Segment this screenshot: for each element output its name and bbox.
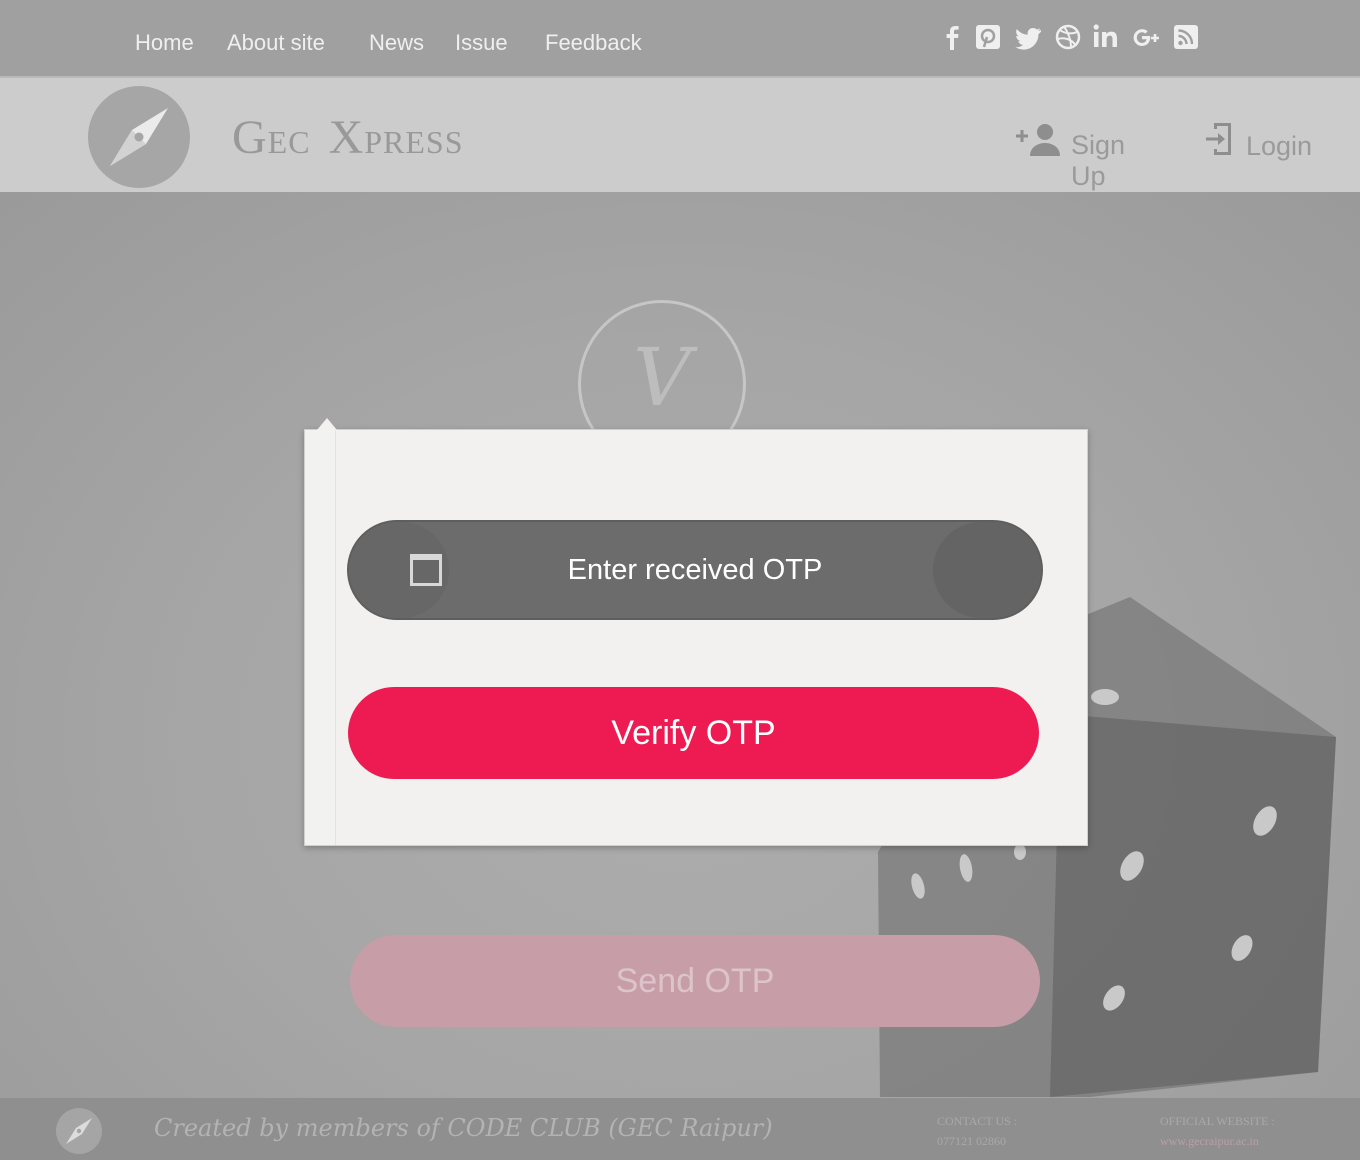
- linkedin-icon[interactable]: [1092, 22, 1120, 54]
- send-otp-button[interactable]: Send OTP: [350, 935, 1040, 1027]
- pinterest-icon[interactable]: [975, 22, 1001, 54]
- website-label: OFFICIAL WEBSITE :: [1160, 1114, 1275, 1128]
- twitter-icon[interactable]: [1015, 22, 1043, 54]
- nav-home[interactable]: Home: [135, 30, 194, 56]
- signup-label: Sign Up: [1071, 130, 1126, 191]
- dribbble-icon[interactable]: [1055, 22, 1081, 54]
- add-user-icon: [1016, 122, 1066, 163]
- modal-side-strip: [305, 430, 336, 845]
- compass-icon[interactable]: [88, 86, 190, 188]
- otp-placeholder: Enter received OTP: [567, 554, 823, 586]
- login-icon: [1204, 120, 1236, 163]
- site-header: GEC XPRESS Sign Up Login: [0, 76, 1360, 192]
- modal-pointer: [317, 418, 337, 430]
- brand-initial-x: X: [328, 111, 365, 164]
- login-label: Login: [1246, 131, 1313, 161]
- nav-issue[interactable]: Issue: [455, 30, 508, 56]
- footer-credit: Created by members of CODE CLUB (GEC Rai…: [154, 1114, 773, 1142]
- google-plus-icon[interactable]: [1131, 22, 1165, 54]
- rss-icon[interactable]: [1173, 22, 1199, 54]
- contact-phone: 077121 02860: [937, 1134, 1006, 1148]
- otp-verification-modal: Enter received OTP Verify OTP: [304, 418, 1088, 846]
- otp-input[interactable]: Enter received OTP: [347, 520, 1043, 620]
- logo-letter: V: [633, 331, 691, 424]
- nav-about-site[interactable]: About site: [227, 30, 325, 56]
- site-footer: Created by members of CODE CLUB (GEC Rai…: [0, 1098, 1360, 1160]
- signup-link[interactable]: Sign Up: [1016, 120, 1166, 191]
- nav-news[interactable]: News: [369, 30, 424, 56]
- top-nav-bar: Home About site News Issue Feedback: [0, 0, 1360, 76]
- footer-compass-icon: [56, 1108, 102, 1154]
- nav-feedback[interactable]: Feedback: [545, 30, 642, 56]
- contact-label: CONTACT US :: [937, 1114, 1018, 1128]
- website-link[interactable]: www.gecraipur.ac.in: [1160, 1134, 1259, 1149]
- brand-name[interactable]: GEC XPRESS: [232, 110, 464, 165]
- facebook-icon[interactable]: [944, 22, 960, 54]
- brand-rest-ec: EC: [267, 124, 311, 160]
- brand-rest-press: PRESS: [364, 124, 464, 160]
- login-link[interactable]: Login: [1204, 118, 1324, 162]
- brand-initial-g: G: [232, 111, 268, 164]
- verify-otp-button[interactable]: Verify OTP: [348, 687, 1039, 779]
